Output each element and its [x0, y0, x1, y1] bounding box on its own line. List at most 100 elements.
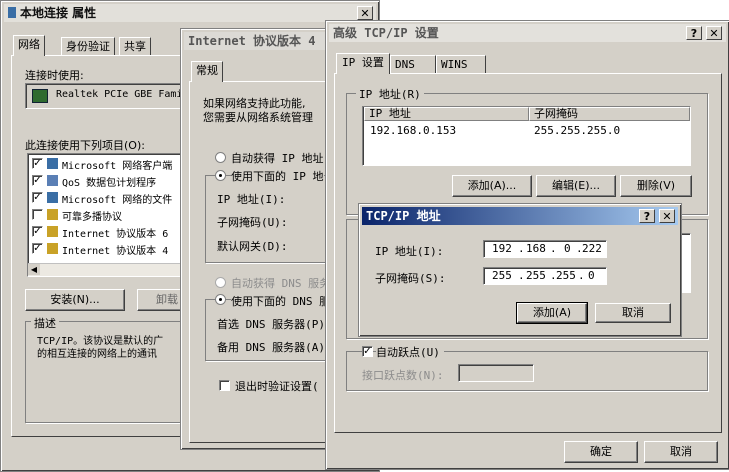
- title-bar[interactable]: TCP/IP 地址: [362, 207, 678, 225]
- validate-checkbox[interactable]: [219, 380, 230, 391]
- add-ip-button[interactable]: 添加(A)...: [452, 175, 532, 197]
- ip-octet-1[interactable]: 192: [492, 241, 512, 257]
- row-mask: 255.255.255.0: [534, 124, 621, 137]
- table-row[interactable]: 192.168.0.153 255.255.255.0: [364, 123, 690, 139]
- tab-ip-settings[interactable]: IP 设置: [336, 53, 390, 74]
- auto-dns-label[interactable]: 自动获得 DNS 服务: [231, 275, 330, 291]
- close-icon[interactable]: ✕: [357, 6, 373, 20]
- title-bar[interactable]: Internet 协议版本 4: [184, 32, 338, 50]
- item-checkbox[interactable]: ✓: [32, 175, 43, 186]
- ip-octet-2[interactable]: 168: [526, 241, 546, 257]
- ip-address-label: IP 地址(I):: [375, 245, 444, 258]
- item-label: Internet 协议版本 4: [62, 246, 169, 257]
- validate-label[interactable]: 退出时验证设置(: [235, 378, 319, 394]
- auto-ip-label[interactable]: 自动获得 IP 地址: [231, 150, 324, 166]
- subnet-mask-label: 子网掩码(U):: [217, 216, 288, 229]
- ip-address-field[interactable]: 192 . 168 . 0 . 222: [483, 240, 607, 258]
- items-list[interactable]: ✓ Microsoft 网络客户端 ✓ QoS 数据包计划程序 ✓ Micros…: [27, 153, 187, 277]
- ip-dot: .: [550, 242, 557, 255]
- item-icon: [47, 175, 58, 186]
- adapter-field: Realtek PCIe GBE Fami: [25, 83, 185, 109]
- auto-metric-label[interactable]: 自动跃点(U): [376, 344, 444, 360]
- delete-ip-button[interactable]: 删除(V): [620, 175, 692, 197]
- title-bar[interactable]: 高级 TCP/IP 设置: [329, 24, 726, 42]
- help-icon[interactable]: ?: [639, 209, 655, 223]
- item-label: Microsoft 网络客户端: [62, 161, 173, 172]
- auto-ip-radio[interactable]: [215, 152, 226, 163]
- cancel-button[interactable]: 取消: [595, 303, 671, 323]
- mask-octet-1[interactable]: 255: [492, 268, 512, 284]
- close-icon[interactable]: ✕: [706, 26, 722, 40]
- mask-octet-3[interactable]: 255: [556, 268, 576, 284]
- install-button[interactable]: 安装(N)...: [25, 289, 125, 311]
- item-icon: [47, 192, 58, 203]
- items-label: 此连接使用下列项目(O):: [25, 139, 145, 152]
- manual-dns-radio[interactable]: [215, 294, 226, 305]
- item-checkbox[interactable]: [32, 209, 43, 220]
- item-label: 可靠多播协议: [62, 212, 122, 223]
- help-icon[interactable]: ?: [686, 26, 702, 40]
- tab-authentication[interactable]: 身份验证: [61, 37, 115, 55]
- manual-ip-radio[interactable]: [215, 170, 226, 181]
- window-title: Internet 协议版本 4: [188, 34, 316, 48]
- ip-octet-4[interactable]: 222: [582, 241, 602, 257]
- ip-dot: .: [518, 242, 525, 255]
- tab-sharing[interactable]: 共享: [119, 37, 151, 55]
- edit-ip-button[interactable]: 编辑(E)...: [536, 175, 616, 197]
- tab-dns[interactable]: DNS: [390, 55, 436, 73]
- cancel-button[interactable]: 取消: [644, 441, 718, 463]
- description-title: 描述: [31, 315, 59, 331]
- ip-address-list[interactable]: IP 地址 子网掩码 192.168.0.153 255.255.255.0: [362, 106, 691, 166]
- item-checkbox[interactable]: ✓: [32, 243, 43, 254]
- tab-network[interactable]: 网络: [13, 35, 45, 56]
- add-button[interactable]: 添加(A): [516, 302, 588, 324]
- title-bar[interactable]: 本地连接 属性: [4, 4, 376, 22]
- tcpip-address-dialog: TCP/IP 地址 ? ✕ IP 地址(I): 192 . 168 . 0 . …: [358, 203, 682, 337]
- item-icon: [47, 158, 58, 169]
- tab-general[interactable]: 常规: [191, 61, 223, 82]
- adapter-icon: [32, 89, 48, 103]
- manual-ip-label[interactable]: 使用下面的 IP 地: [231, 168, 324, 184]
- item-checkbox[interactable]: ✓: [32, 158, 43, 169]
- window-title: 高级 TCP/IP 设置: [333, 26, 439, 40]
- metric-label: 接口跃点数(N):: [362, 369, 444, 382]
- item-icon: [47, 209, 58, 220]
- item-checkbox[interactable]: ✓: [32, 226, 43, 237]
- subnet-mask-field[interactable]: 255 . 255 . 255 . 0: [483, 267, 607, 285]
- description-text-2: 的相互连接的网络上的通讯: [37, 349, 157, 360]
- item-checkbox[interactable]: ✓: [32, 192, 43, 203]
- window-title: TCP/IP 地址: [366, 209, 441, 223]
- column-header-ip[interactable]: IP 地址: [364, 107, 529, 121]
- subnet-mask-label: 子网掩码(S):: [375, 272, 446, 285]
- item-icon: [47, 226, 58, 237]
- auto-dns-radio[interactable]: [215, 277, 226, 288]
- mask-octet-4[interactable]: 0: [588, 268, 595, 284]
- ipv4-properties-window: Internet 协议版本 4 常规 如果网络支持此功能, 您需要从网络系统管理…: [180, 28, 347, 450]
- ip-address-label: IP 地址(I):: [217, 193, 286, 206]
- scroll-left-icon[interactable]: ◀: [28, 264, 40, 275]
- item-icon: [47, 243, 58, 254]
- horizontal-scrollbar[interactable]: ◀: [28, 263, 186, 276]
- manual-dns-label[interactable]: 使用下面的 DNS 服: [231, 293, 331, 309]
- ok-button[interactable]: 确定: [564, 441, 638, 463]
- tab-wins[interactable]: WINS: [436, 55, 486, 73]
- item-label: Internet 协议版本 6: [62, 229, 169, 240]
- gateway-label: 默认网关(D):: [217, 240, 288, 253]
- mask-dot: .: [578, 269, 585, 282]
- mask-dot: .: [518, 269, 525, 282]
- preferred-dns-label: 首选 DNS 服务器(P): [217, 318, 325, 331]
- item-label: QoS 数据包计划程序: [62, 178, 157, 189]
- item-label: Microsoft 网络的文件: [62, 195, 173, 206]
- window-title: 本地连接 属性: [20, 6, 97, 20]
- alternate-dns-label: 备用 DNS 服务器(A): [217, 341, 325, 354]
- metric-input[interactable]: [458, 364, 534, 382]
- network-icon: [8, 7, 16, 18]
- column-header-mask[interactable]: 子网掩码: [529, 107, 690, 121]
- auto-metric-checkbox[interactable]: ✓: [362, 346, 373, 357]
- close-icon[interactable]: ✕: [659, 209, 675, 223]
- ip-group-title: IP 地址(R): [356, 86, 424, 102]
- ip-octet-3[interactable]: 0: [564, 241, 571, 257]
- row-ip: 192.168.0.153: [370, 124, 457, 137]
- adapter-name: Realtek PCIe GBE Fami: [56, 89, 183, 100]
- mask-octet-2[interactable]: 255: [526, 268, 546, 284]
